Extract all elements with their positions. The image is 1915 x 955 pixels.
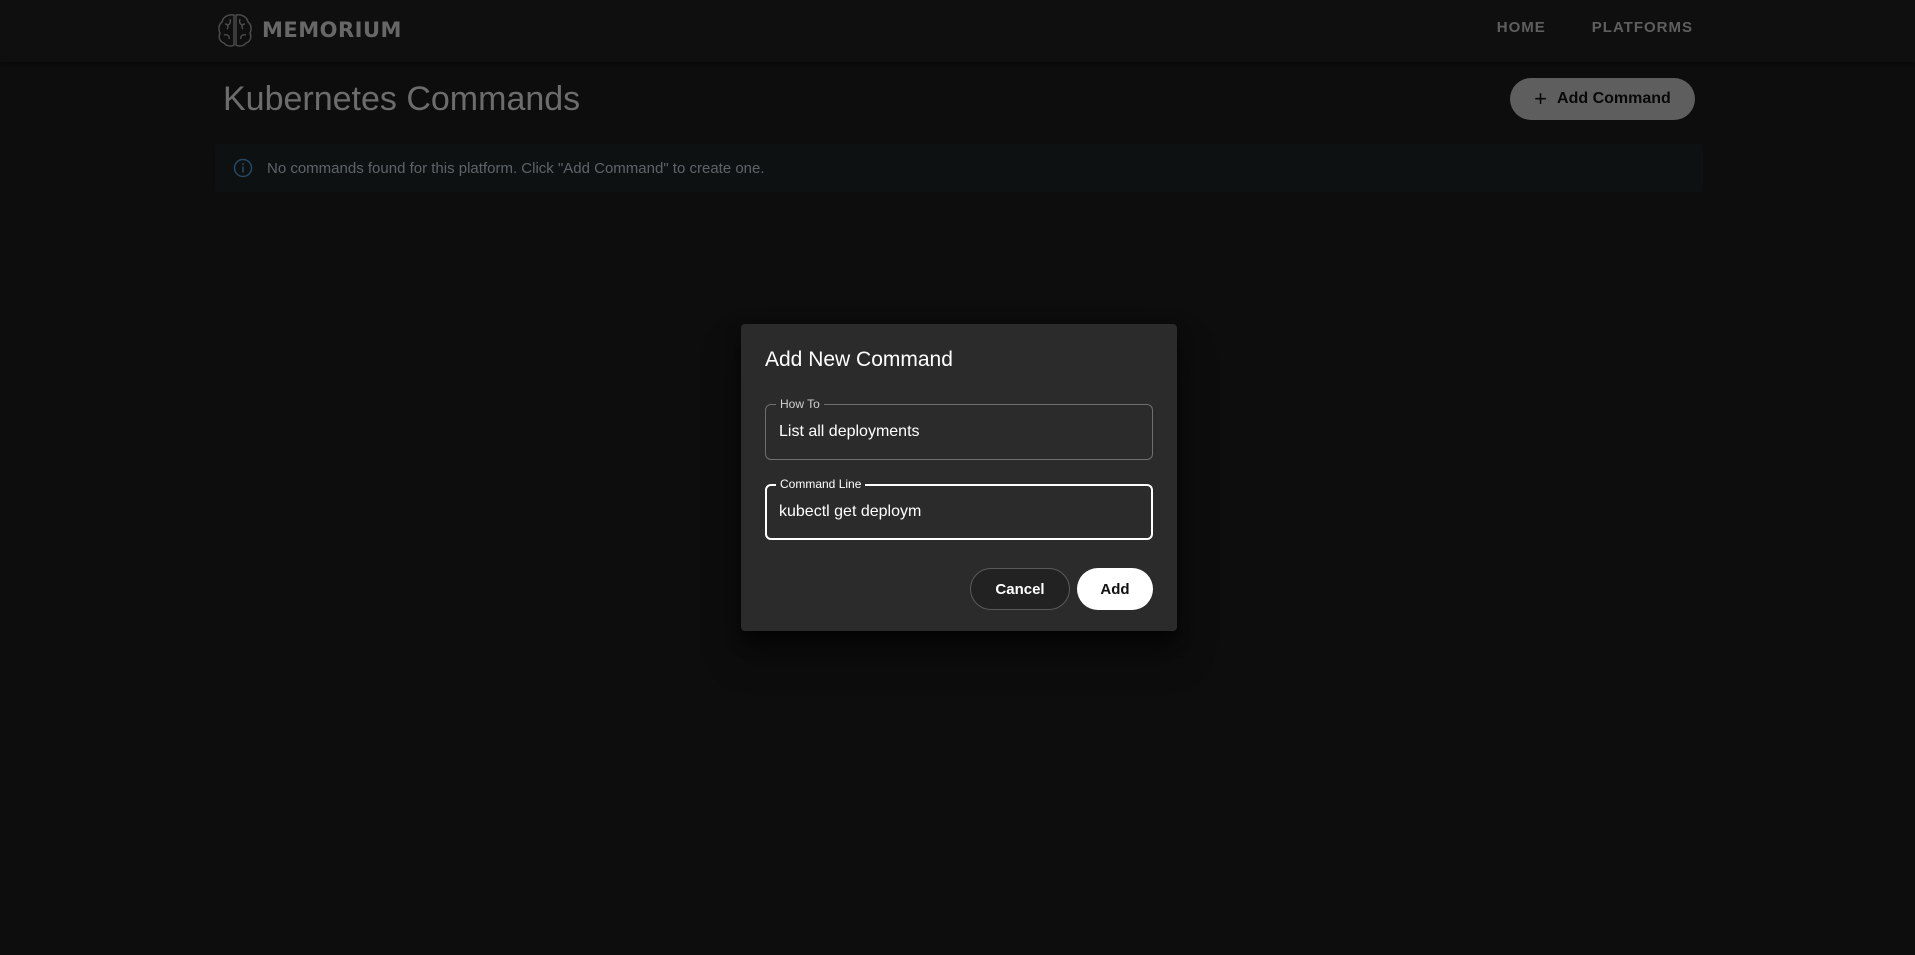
cancel-button[interactable]: Cancel xyxy=(970,568,1070,610)
dialog-title: Add New Command xyxy=(765,348,953,371)
add-command-dialog: Add New Command How To Command Line Canc… xyxy=(741,324,1177,631)
add-button[interactable]: Add xyxy=(1077,568,1153,610)
how-to-input[interactable] xyxy=(779,405,1139,459)
command-line-input[interactable] xyxy=(779,486,1139,538)
page: MEMORIUM HOME PLATFORMS Kubernetes Comma… xyxy=(0,0,1915,955)
how-to-field[interactable]: How To xyxy=(765,397,1153,460)
command-line-field[interactable]: Command Line xyxy=(765,477,1153,540)
